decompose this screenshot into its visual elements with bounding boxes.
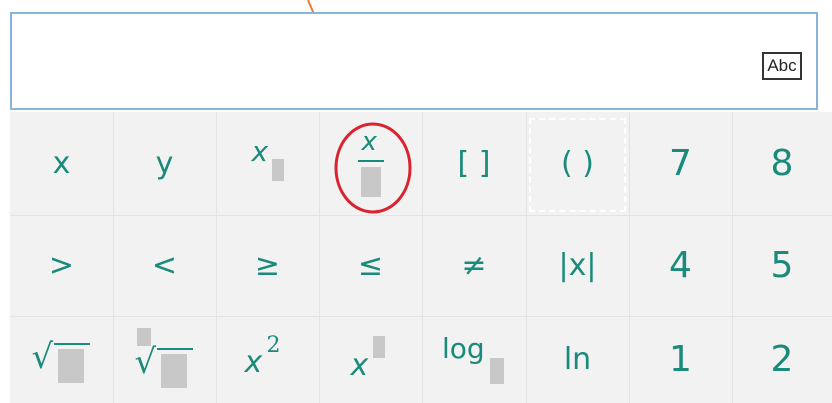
highlight-circle (334, 122, 412, 214)
log-base-placeholder (490, 357, 504, 384)
abc-mode-button[interactable]: Abc (762, 52, 802, 80)
math-input-field[interactable]: Abc (10, 12, 818, 110)
exponent-placeholder (372, 335, 385, 358)
key-less-equal[interactable]: ≤ (319, 215, 422, 316)
key-y[interactable]: y (113, 112, 216, 215)
subscript-placeholder (271, 158, 284, 181)
radicand-placeholder (160, 353, 187, 388)
key-nth-root[interactable]: √ (113, 316, 216, 403)
key-square-root[interactable]: √ (10, 316, 113, 403)
key-not-equal[interactable]: ≠ (422, 215, 526, 316)
key-greater-equal[interactable]: ≥ (216, 215, 319, 316)
radical-bar (156, 347, 193, 350)
key-5[interactable]: 5 (732, 215, 832, 316)
key-4[interactable]: 4 (629, 215, 732, 316)
key-2[interactable]: 2 (732, 316, 832, 403)
key-power[interactable]: x (319, 316, 422, 403)
key-8[interactable]: 8 (732, 112, 832, 215)
key-absolute-value[interactable]: |x| (526, 215, 629, 316)
key-brackets[interactable]: [ ] (422, 112, 526, 215)
key-subscript[interactable]: x (216, 112, 319, 215)
key-x[interactable]: x (10, 112, 113, 215)
key-greater-than[interactable]: > (10, 215, 113, 316)
key-7[interactable]: 7 (629, 112, 732, 215)
key-less-than[interactable]: < (113, 215, 216, 316)
key-1[interactable]: 1 (629, 316, 732, 403)
key-ln[interactable]: ln (526, 316, 629, 403)
key-log[interactable]: log (422, 316, 526, 403)
math-keypad: x y x x [ ] ( ) 7 8 > < ≥ ≤ ≠ |x| 4 5 √ (10, 112, 832, 403)
radicand-placeholder (57, 348, 84, 383)
key-parens[interactable]: ( ) (526, 112, 629, 215)
key-square[interactable]: x 2 (216, 316, 319, 403)
radical-bar (53, 342, 90, 345)
key-fraction[interactable]: x (319, 112, 422, 215)
